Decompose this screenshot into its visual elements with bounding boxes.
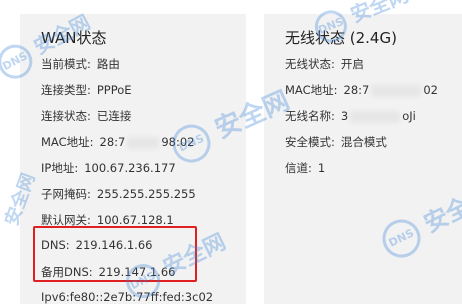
wan-mode-value: 路由 [96,57,120,71]
wifi-row-security: 安全模式: 混合模式 [285,134,387,150]
wan-mac-value-prefix: 28:7 [99,135,126,149]
wifi-security-label: 安全模式: [285,135,335,149]
wifi-channel-label: 信道: [285,161,312,175]
wan-row-mask: 子网掩码: 255.255.255.255 [41,186,196,202]
wifi-status-value: 开启 [340,57,364,71]
wan-mac-redaction [127,136,160,149]
wifi-mac-redaction [371,84,422,97]
wan-status-title: WAN状态 [41,29,107,47]
wan-row-ip: IP地址: 100.67.236.177 [41,160,176,176]
wan-mac-value-suffix: 98:02 [161,135,195,149]
wan-ip-value: 100.67.236.177 [84,161,176,175]
wifi-row-channel: 信道: 1 [285,160,325,176]
wan-gateway-value: 100.67.128.1 [96,213,174,227]
wifi-mac-value-prefix: 28:7 [343,83,370,97]
wifi-security-value: 混合模式 [340,135,387,149]
wifi-ssid-value-prefix: 3 [340,109,349,123]
wireless-status-panel: 无线状态 (2.4G) 无线状态: 开启 MAC地址: 28:7 02 无线名称: 3 o… [264,14,462,304]
wifi-ssid-redaction [350,110,401,123]
wan-row-conn-status: 连接状态: 已连接 [41,108,131,124]
wan-conn-status-value: 已连接 [96,109,132,123]
wan-mask-label: 子网掩码: [41,187,91,201]
wan-row-mode: 当前模式: 路由 [41,56,120,72]
wan-gateway-label: 默认网关: [41,213,91,227]
wan-row-ipv6-partial: Ipv6:fe80::2e7b:77ff:fed:3c02 [41,290,214,304]
wifi-row-mac: MAC地址: 28:7 02 [285,82,438,98]
wan-conn-status-label: 连接状态: [41,109,91,123]
wireless-status-title: 无线状态 (2.4G) [285,29,397,47]
wan-row-mac: MAC地址: 28:7 98:02 [41,134,194,150]
wan-ip-label: IP地址: [41,161,79,175]
wifi-ssid-label: 无线名称: [285,109,335,123]
wifi-row-status: 无线状态: 开启 [285,56,364,72]
wifi-row-ssid: 无线名称: 3 oJi [285,108,416,124]
wifi-mac-label: MAC地址: [285,83,338,97]
wifi-ssid-value-suffix: oJi [402,109,416,123]
wifi-channel-value: 1 [317,161,326,175]
wan-row-conn-type: 连接类型: PPPoE [41,82,132,98]
wifi-mac-value-suffix: 02 [423,83,438,97]
dns-highlight-box [33,226,197,282]
wan-mac-label: MAC地址: [41,135,94,149]
wifi-status-label: 无线状态: [285,57,335,71]
wan-mode-label: 当前模式: [41,57,91,71]
wan-conn-type-value: PPPoE [96,83,132,97]
wan-mask-value: 255.255.255.255 [96,187,196,201]
wan-conn-type-label: 连接类型: [41,83,91,97]
